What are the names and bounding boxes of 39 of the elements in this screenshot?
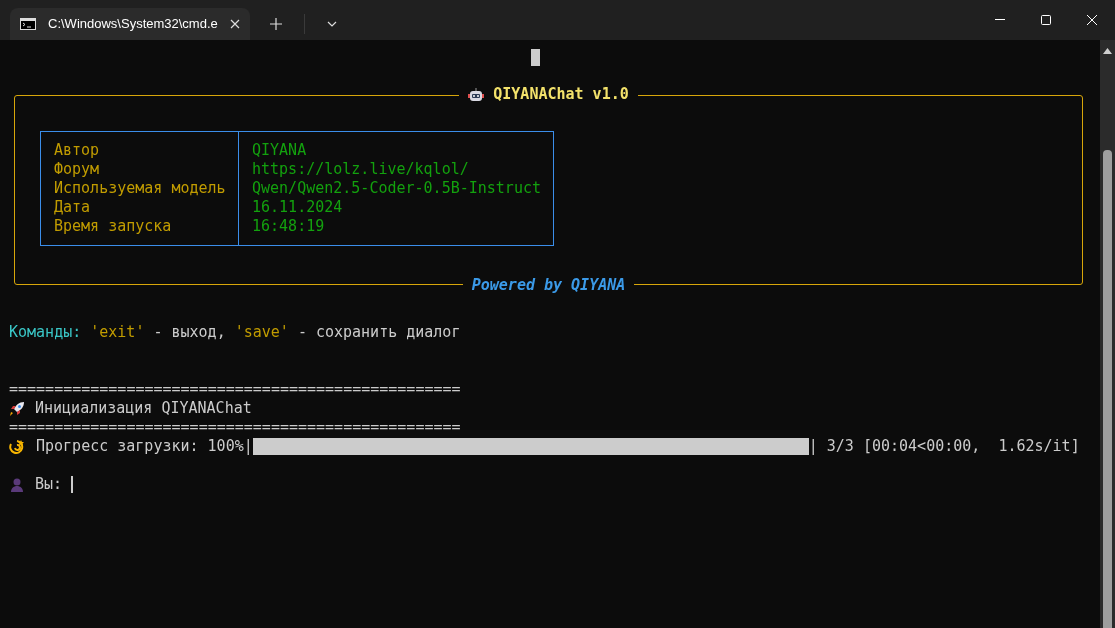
terminal-icon [20,18,36,30]
scroll-up-icon[interactable] [1103,48,1112,54]
progress-stats: | 3/3 [00:04<00:00, 1.62s/it] [808,437,1080,456]
panel-title: QIYANAChat v1.0 [493,85,629,104]
panel-footer: Powered by QIYANA [471,276,626,294]
info-value: Qwen/Qwen2.5-Coder-0.5B-Instruct [252,179,541,198]
info-value: https://lolz.live/kqlol/ [252,160,470,179]
info-label: Форум [54,160,101,179]
rocket-icon [9,400,25,417]
command-hint: 'save' [234,323,289,342]
info-label: Используемая модель [54,179,227,198]
command-hint: - выход, [153,323,226,342]
info-label: Время запуска [54,217,173,236]
close-icon[interactable] [230,19,240,29]
prompt-label: Вы: [35,475,63,494]
dizzy-icon [9,438,26,455]
person-icon [9,476,25,493]
new-tab-icon[interactable] [270,18,282,30]
tab-title: C:\Windows\System32\cmd.e [48,15,218,34]
text-cursor [531,49,540,66]
info-value: 16.11.2024 [252,198,344,217]
info-label: Автор [54,141,101,160]
minimize-icon[interactable] [995,19,1005,21]
command-hint: 'exit' [90,323,145,342]
command-hint: Команды: [9,323,82,342]
dropdown-icon[interactable] [327,21,337,27]
scrollbar[interactable] [1100,40,1115,628]
maximize-icon[interactable] [1041,15,1051,25]
scrollbar-thumb[interactable] [1103,150,1112,628]
info-value: 16:48:19 [252,217,326,236]
info-label: Дата [54,198,92,217]
log-line: Инициализация QIYANAChat [35,399,252,418]
info-value: QIYANA [252,141,308,160]
terminal-tab[interactable]: C:\Windows\System32\cmd.e [10,8,250,40]
separator-line: ================================================== [9,418,462,437]
robot-icon [468,86,485,103]
command-hint: - сохранить диалог [297,323,461,342]
progress-label: Прогресс загрузки: 100%| [36,437,253,456]
separator-line: ================================================== [9,380,462,399]
